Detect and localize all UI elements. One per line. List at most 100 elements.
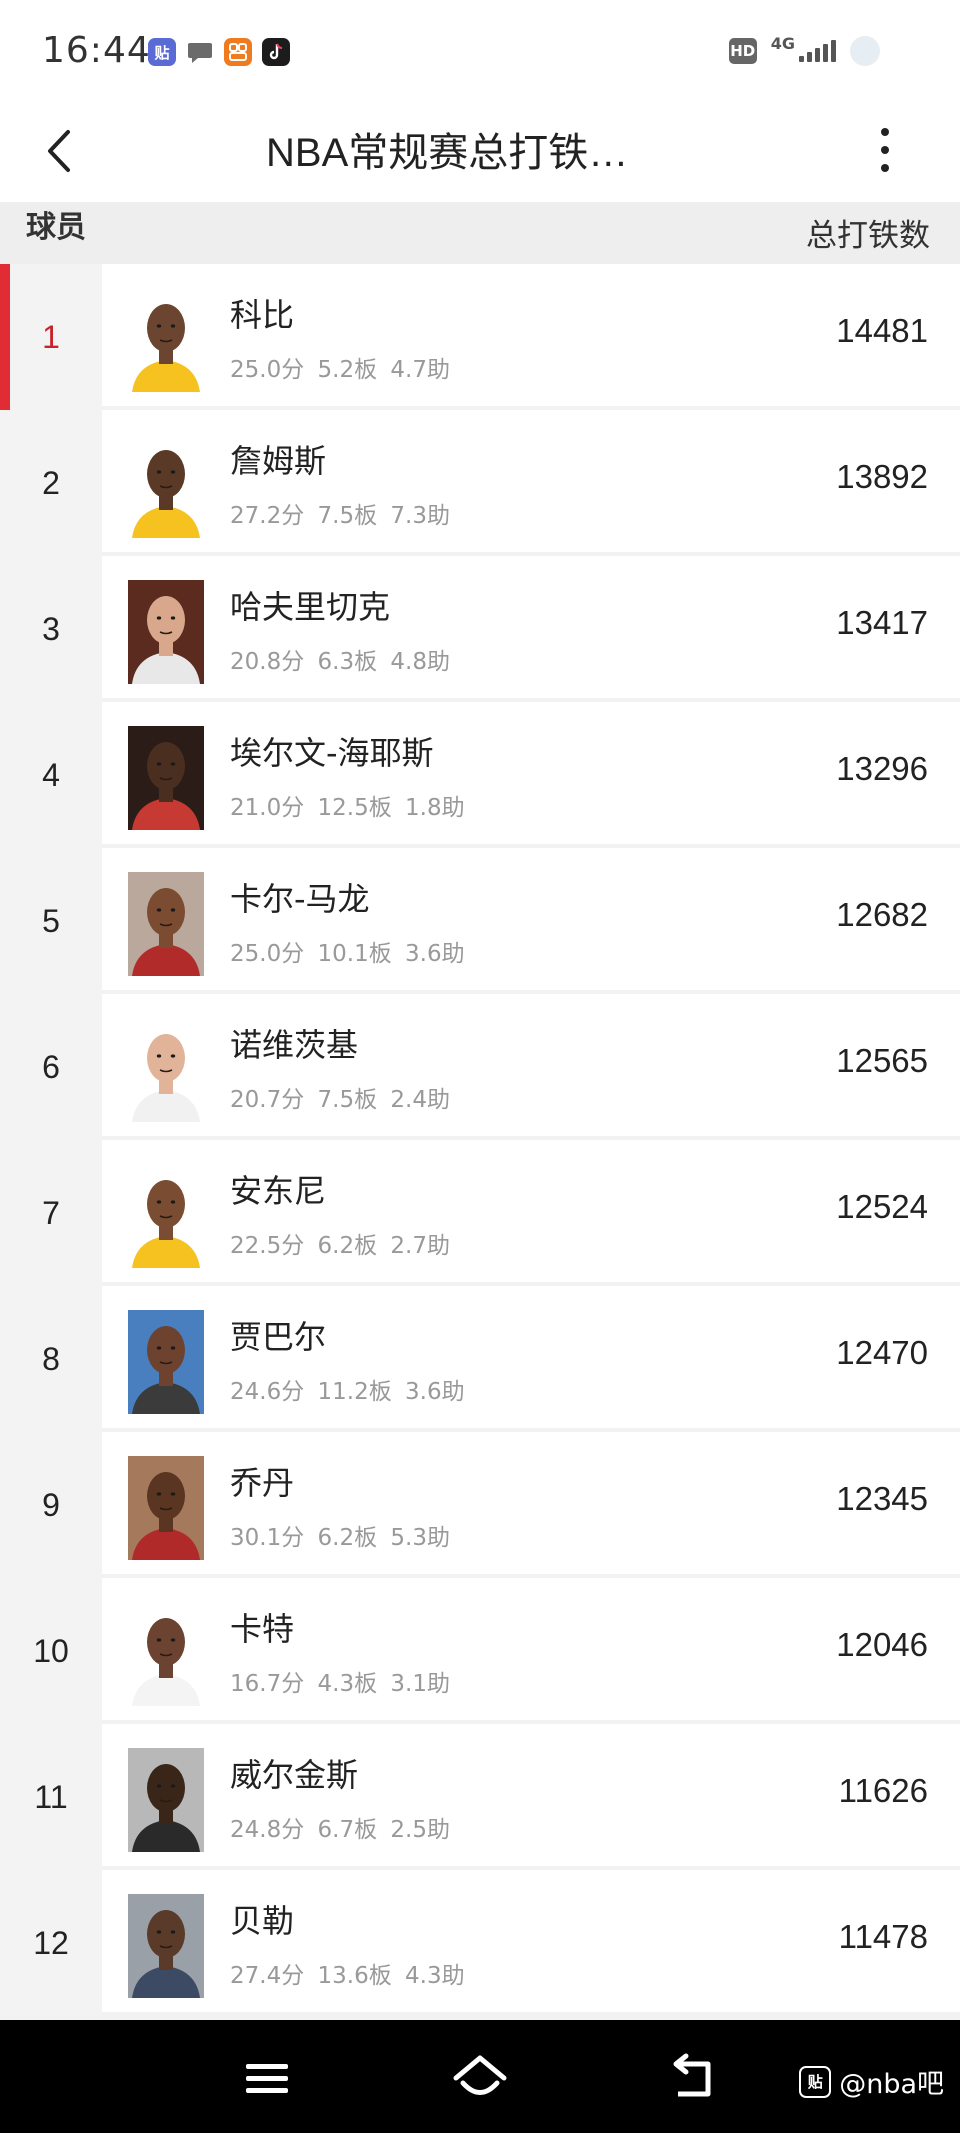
player-stats: 20.7分 7.5板 2.4助 bbox=[230, 1087, 450, 1113]
player-row[interactable]: 6 诺维茨基 20.7分 7.5板 2.4助 12565 bbox=[0, 994, 960, 1140]
rank-number: 5 bbox=[42, 902, 60, 939]
player-row[interactable]: 12 贝勒 27.4分 13.6板 4.3助 11478 bbox=[0, 1870, 960, 2016]
player-avatar bbox=[128, 288, 204, 392]
hd-icon: HD bbox=[728, 38, 757, 64]
rank-number: 11 bbox=[34, 1778, 68, 1815]
player-stats: 16.7分 4.3板 3.1助 bbox=[230, 1671, 450, 1697]
column-header: 球员 总打铁数 bbox=[0, 202, 960, 264]
total-missed-shots: 12524 bbox=[836, 1188, 928, 1225]
player-row[interactable]: 2 詹姆斯 27.2分 7.5板 7.3助 13892 bbox=[0, 410, 960, 556]
player-card[interactable]: 卡尔-马龙 25.0分 10.1板 3.6助 12682 bbox=[102, 848, 960, 990]
rank-cell: 7 bbox=[0, 1140, 102, 1286]
player-row[interactable]: 3 哈夫里切克 20.8分 6.3板 4.8助 13417 bbox=[0, 556, 960, 702]
player-name: 卡尔-马龙 bbox=[230, 880, 370, 918]
player-card[interactable]: 贾巴尔 24.6分 11.2板 3.6助 12470 bbox=[102, 1286, 960, 1428]
player-avatar bbox=[128, 1894, 204, 1998]
tiktok-icon bbox=[262, 38, 290, 66]
player-row[interactable]: 7 安东尼 22.5分 6.2板 2.7助 12524 bbox=[0, 1140, 960, 1286]
battery-icon bbox=[850, 36, 880, 66]
back-button[interactable] bbox=[38, 118, 88, 184]
more-menu-button[interactable] bbox=[870, 118, 900, 184]
player-stats: 27.2分 7.5板 7.3助 bbox=[230, 503, 450, 529]
app-header: NBA常规赛总打铁… bbox=[0, 100, 960, 202]
rank-number: 12 bbox=[33, 1924, 69, 1961]
notification-icons: 贴 bbox=[148, 38, 290, 66]
player-avatar bbox=[128, 1310, 204, 1414]
rank-number: 1 bbox=[42, 318, 60, 355]
total-missed-shots: 14481 bbox=[836, 312, 928, 349]
rank-cell: 11 bbox=[0, 1724, 102, 1870]
total-missed-shots: 13892 bbox=[836, 458, 928, 495]
total-missed-shots: 11478 bbox=[838, 1918, 928, 1955]
player-name: 贝勒 bbox=[230, 1902, 295, 1940]
player-avatar bbox=[128, 580, 204, 684]
total-missed-shots: 13417 bbox=[836, 604, 928, 641]
player-name: 哈夫里切克 bbox=[230, 588, 391, 626]
rank-number: 8 bbox=[42, 1340, 60, 1377]
rank-number: 9 bbox=[42, 1486, 60, 1523]
player-stats: 21.0分 12.5板 1.8助 bbox=[230, 795, 465, 821]
total-missed-shots: 11626 bbox=[838, 1772, 928, 1809]
player-row[interactable]: 11 威尔金斯 24.8分 6.7板 2.5助 11626 bbox=[0, 1724, 960, 1870]
app-orange-icon bbox=[224, 38, 252, 66]
player-name: 科比 bbox=[230, 296, 295, 334]
status-bar: 16:44 贴 HD 4G bbox=[0, 0, 960, 100]
home-icon bbox=[453, 2055, 507, 2095]
rank-cell: 9 bbox=[0, 1432, 102, 1578]
player-card[interactable]: 哈夫里切克 20.8分 6.3板 4.8助 13417 bbox=[102, 556, 960, 698]
chat-bubble-icon bbox=[186, 38, 214, 66]
player-name: 埃尔文-海耶斯 bbox=[230, 734, 434, 772]
rank-cell: 5 bbox=[0, 848, 102, 994]
player-stats: 25.0分 10.1板 3.6助 bbox=[230, 941, 465, 967]
menu-icon bbox=[246, 2064, 288, 2093]
player-avatar bbox=[128, 1018, 204, 1122]
player-card[interactable]: 埃尔文-海耶斯 21.0分 12.5板 1.8助 13296 bbox=[102, 702, 960, 844]
status-time: 16:44 bbox=[42, 30, 151, 71]
player-avatar bbox=[128, 434, 204, 538]
player-card[interactable]: 安东尼 22.5分 6.2板 2.7助 12524 bbox=[102, 1140, 960, 1282]
rank-cell: 8 bbox=[0, 1286, 102, 1432]
back-arrow-icon bbox=[673, 2053, 711, 2097]
player-card[interactable]: 诺维茨基 20.7分 7.5板 2.4助 12565 bbox=[102, 994, 960, 1136]
player-stats: 25.0分 5.2板 4.7助 bbox=[230, 357, 450, 383]
rank-number: 3 bbox=[42, 610, 60, 647]
player-card[interactable]: 卡特 16.7分 4.3板 3.1助 12046 bbox=[102, 1578, 960, 1720]
tieba-logo-icon: 贴 bbox=[799, 2065, 832, 2098]
back-nav-button[interactable] bbox=[664, 2050, 724, 2106]
watermark: 贴 @nba吧 bbox=[799, 2062, 944, 2101]
player-row[interactable]: 9 乔丹 30.1分 6.2板 5.3助 12345 bbox=[0, 1432, 960, 1578]
rank-cell: 3 bbox=[0, 556, 102, 702]
player-name: 乔丹 bbox=[230, 1464, 295, 1502]
player-avatar bbox=[128, 1748, 204, 1852]
player-card[interactable]: 威尔金斯 24.8分 6.7板 2.5助 11626 bbox=[102, 1724, 960, 1866]
watermark-text: @nba吧 bbox=[839, 2069, 944, 2100]
ranking-list: 1 科比 25.0分 5.2板 4.7助 14481 2 詹姆斯 27.2分 7.5板 7.… bbox=[0, 264, 960, 2016]
rank-number: 10 bbox=[33, 1632, 69, 1669]
player-stats: 20.8分 6.3板 4.8助 bbox=[230, 649, 450, 675]
rank-cell: 4 bbox=[0, 702, 102, 848]
home-button[interactable] bbox=[450, 2050, 510, 2106]
player-card[interactable]: 科比 25.0分 5.2板 4.7助 14481 bbox=[102, 264, 960, 406]
page-title: NBA常规赛总打铁… bbox=[266, 131, 629, 175]
column-player-label: 球员 bbox=[26, 210, 86, 245]
player-row[interactable]: 5 卡尔-马龙 25.0分 10.1板 3.6助 12682 bbox=[0, 848, 960, 994]
player-name: 威尔金斯 bbox=[230, 1756, 359, 1794]
player-card[interactable]: 贝勒 27.4分 13.6板 4.3助 11478 bbox=[102, 1870, 960, 2012]
total-missed-shots: 12565 bbox=[836, 1042, 928, 1079]
player-row[interactable]: 4 埃尔文-海耶斯 21.0分 12.5板 1.8助 13296 bbox=[0, 702, 960, 848]
total-missed-shots: 13296 bbox=[836, 750, 928, 787]
player-card[interactable]: 乔丹 30.1分 6.2板 5.3助 12345 bbox=[102, 1432, 960, 1574]
player-avatar bbox=[128, 1602, 204, 1706]
player-row[interactable]: 1 科比 25.0分 5.2板 4.7助 14481 bbox=[0, 264, 960, 410]
player-name: 詹姆斯 bbox=[230, 442, 327, 480]
signal-icon bbox=[799, 40, 836, 62]
player-row[interactable]: 10 卡特 16.7分 4.3板 3.1助 12046 bbox=[0, 1578, 960, 1724]
menu-button[interactable] bbox=[237, 2050, 297, 2106]
player-card[interactable]: 詹姆斯 27.2分 7.5板 7.3助 13892 bbox=[102, 410, 960, 552]
player-stats: 24.6分 11.2板 3.6助 bbox=[230, 1379, 465, 1405]
rank-number: 2 bbox=[42, 464, 60, 501]
player-row[interactable]: 8 贾巴尔 24.6分 11.2板 3.6助 12470 bbox=[0, 1286, 960, 1432]
rank-cell: 6 bbox=[0, 994, 102, 1140]
chevron-left-icon bbox=[48, 130, 70, 172]
player-name: 安东尼 bbox=[230, 1172, 327, 1210]
